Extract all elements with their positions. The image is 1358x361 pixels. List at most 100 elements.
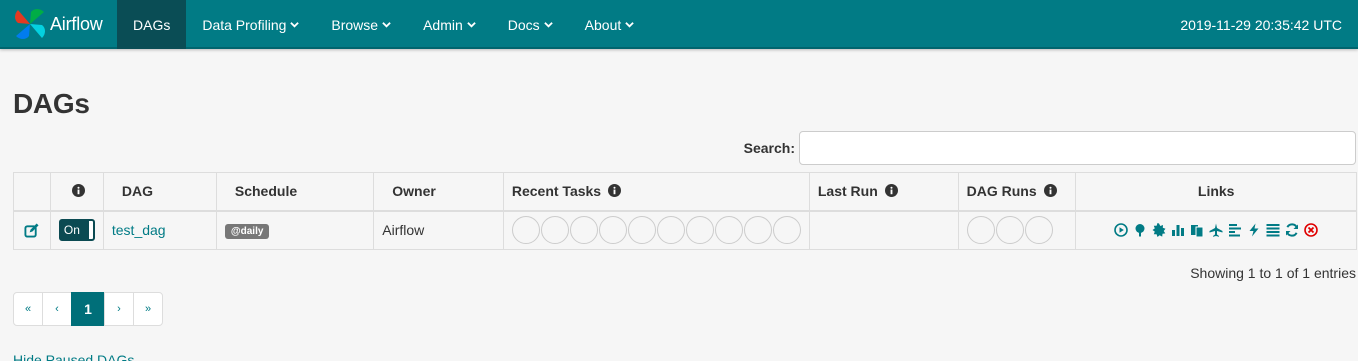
nav-about-label: About — [584, 16, 622, 33]
first-page-button[interactable]: « — [13, 292, 43, 326]
schedule-badge[interactable]: @daily — [224, 224, 270, 240]
links-cell — [1075, 210, 1357, 250]
last-run-cell — [808, 210, 959, 250]
header-links: Links — [1075, 172, 1357, 212]
code-icon[interactable] — [1247, 223, 1261, 237]
page-title: DAGs — [13, 88, 90, 119]
entries-info: Showing 1 to 1 of 1 entries — [1190, 265, 1356, 281]
header-recent-tasks-label: Recent Tasks — [511, 183, 602, 200]
search-input[interactable] — [799, 131, 1356, 165]
info-icon[interactable] — [1043, 184, 1057, 198]
toggle-label: On — [63, 223, 80, 238]
last-page-button[interactable]: » — [133, 292, 163, 326]
hide-paused-dags-link[interactable]: Hide Paused DAGs — [13, 352, 134, 361]
toggle-handle — [87, 221, 93, 240]
chevron-down-icon — [290, 22, 300, 28]
header-last-run: Last Run — [808, 172, 959, 212]
search-label: Search: — [743, 140, 795, 156]
brand-name: Airflow — [50, 13, 103, 34]
header-dag-label: DAG — [121, 183, 153, 200]
chevron-down-icon — [625, 22, 635, 28]
page-1-button[interactable]: 1 — [71, 292, 105, 326]
dag-action-links — [1084, 223, 1348, 238]
logs-icon[interactable] — [1266, 223, 1280, 237]
header-owner-label: Owner — [392, 183, 436, 200]
nav-admin[interactable]: Admin — [407, 0, 492, 49]
nav-browse-label: Browse — [331, 16, 379, 33]
landing-times-icon[interactable] — [1209, 223, 1223, 238]
info-icon[interactable] — [884, 184, 898, 198]
dag-on-off-toggle[interactable]: On — [58, 219, 95, 242]
task-state-circle[interactable] — [656, 216, 685, 245]
top-navbar: Airflow DAGs Data Profiling Browse Admin… — [0, 0, 1358, 49]
dag-id-cell: test_dag — [102, 210, 217, 250]
recent-task-circles — [511, 216, 801, 245]
task-state-circle[interactable] — [627, 216, 656, 245]
nav-data-profiling[interactable]: Data Profiling — [186, 0, 315, 49]
dags-table: DAG Schedule Owner Recent Tasks Last Run… — [13, 172, 1357, 250]
info-icon[interactable] — [607, 184, 621, 198]
header-schedule-label: Schedule — [234, 183, 298, 200]
chevron-down-icon — [543, 22, 553, 28]
chevron-down-icon — [382, 22, 391, 28]
header-edit — [13, 172, 51, 212]
dag-runs-cell — [957, 210, 1077, 250]
airflow-brand-link[interactable]: Airflow — [12, 6, 103, 42]
airflow-logo-icon — [15, 9, 45, 39]
edit-icon[interactable] — [24, 223, 39, 238]
nav-docs[interactable]: Docs — [492, 0, 569, 49]
task-duration-icon[interactable] — [1171, 223, 1185, 237]
task-state-circle[interactable] — [743, 216, 772, 245]
dag-run-state-circle[interactable] — [1024, 216, 1053, 245]
nav-docs-label: Docs — [507, 16, 540, 33]
toggle-cell: On — [49, 210, 104, 250]
header-owner[interactable]: Owner — [373, 172, 504, 212]
task-state-circle[interactable] — [685, 216, 714, 245]
nav-admin-label: Admin — [423, 16, 463, 33]
nav-about[interactable]: About — [569, 0, 651, 49]
header-schedule[interactable]: Schedule — [215, 172, 375, 212]
dag-run-state-circle[interactable] — [995, 216, 1024, 245]
task-state-circle[interactable] — [598, 216, 627, 245]
owner-cell: Airflow — [373, 210, 504, 250]
main-nav: DAGs Data Profiling Browse Admin Docs Ab… — [117, 0, 650, 49]
table-header-row: DAG Schedule Owner Recent Tasks Last Run… — [13, 172, 1357, 212]
delete-dag-icon[interactable] — [1304, 223, 1318, 238]
task-state-circle[interactable] — [772, 216, 801, 245]
pagination: « ‹ 1 › » — [13, 292, 163, 326]
task-state-circle[interactable] — [511, 216, 540, 245]
task-state-circle[interactable] — [714, 216, 743, 245]
recent-tasks-cell — [502, 210, 810, 250]
task-state-circle[interactable] — [569, 216, 598, 245]
nav-browse[interactable]: Browse — [315, 0, 407, 49]
gantt-icon[interactable] — [1228, 223, 1242, 237]
table-row: On test_dag @daily Airflow — [13, 210, 1357, 250]
info-icon[interactable] — [71, 184, 85, 198]
tree-view-icon[interactable] — [1133, 223, 1147, 237]
schedule-cell: @daily — [215, 210, 375, 250]
task-tries-icon[interactable] — [1190, 223, 1204, 238]
search-box: Search: — [744, 131, 1356, 165]
header-recent-tasks: Recent Tasks — [502, 172, 810, 212]
task-state-circle[interactable] — [540, 216, 569, 245]
header-dag-runs: DAG Runs — [957, 172, 1077, 212]
next-page-button[interactable]: › — [104, 292, 134, 326]
header-paused-info — [49, 172, 104, 212]
utc-clock: 2019-11-29 20:35:42 UTC — [1180, 16, 1342, 33]
graph-view-icon[interactable] — [1152, 223, 1166, 238]
dag-run-state-circle[interactable] — [966, 216, 995, 245]
previous-page-button[interactable]: ‹ — [42, 292, 72, 326]
header-last-run-label: Last Run — [817, 183, 878, 200]
chevron-down-icon — [467, 22, 476, 28]
header-links-label: Links — [1197, 183, 1235, 200]
nav-dags[interactable]: DAGs — [117, 0, 187, 49]
nav-data-profiling-label: Data Profiling — [202, 16, 287, 33]
trigger-dag-icon[interactable] — [1114, 223, 1128, 238]
edit-cell — [13, 210, 51, 250]
dag-run-circles — [966, 216, 1068, 245]
refresh-icon[interactable] — [1285, 223, 1299, 237]
nav-dags-label: DAGs — [133, 16, 171, 33]
dag-link[interactable]: test_dag — [112, 222, 166, 238]
header-dag[interactable]: DAG — [102, 172, 217, 212]
header-dag-runs-label: DAG Runs — [966, 183, 1037, 200]
